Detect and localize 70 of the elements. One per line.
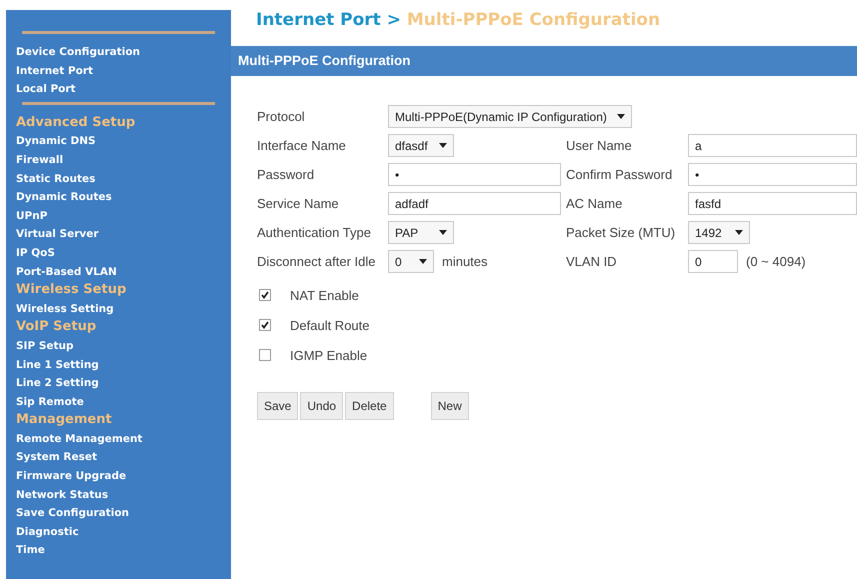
menu-heading: VoIP Setup (16, 318, 98, 336)
checkbox-label: Default Route (290, 318, 370, 332)
menu-item[interactable]: IP QoS (16, 244, 221, 263)
menu-item[interactable]: Sip Remote (16, 392, 221, 412)
checkbox-label: NAT Enable (290, 288, 359, 302)
menu-item[interactable]: System Reset (16, 448, 221, 468)
menu-heading: Advanced Setup (16, 114, 136, 132)
menu-item[interactable]: Virtual Server (16, 225, 221, 244)
menu-item[interactable]: Firewall (16, 150, 221, 170)
dropdown-caret-icon (616, 114, 625, 119)
dropdown[interactable]: dfasdf (388, 134, 454, 157)
field-label: Disconnect after Idle (257, 254, 377, 269)
checkbox[interactable] (259, 289, 271, 301)
breadcrumb-current: Multi-PPPoE Configuration (406, 10, 660, 30)
menu-item[interactable]: Wireless Setting (16, 300, 221, 318)
dropdown[interactable]: PAP (388, 221, 454, 244)
dropdown-caret-icon (439, 230, 447, 235)
menu-heading: Wireless Setup (16, 281, 128, 300)
checkbox[interactable] (259, 349, 271, 361)
menu-item[interactable]: Line 2 Setting (16, 374, 221, 393)
input-field[interactable]: adfadf (388, 192, 561, 215)
form-button[interactable]: Save (257, 392, 298, 420)
input-field[interactable]: • (688, 163, 857, 186)
menu-item[interactable]: Line 1 Setting (16, 356, 221, 374)
panel-title: Multi-PPPoE Configuration (231, 46, 857, 76)
form-button[interactable]: Undo (300, 392, 344, 420)
form-button[interactable]: New (430, 392, 469, 420)
menu-item[interactable]: Firmware Upgrade (16, 467, 221, 486)
breadcrumb-separator: > (386, 10, 401, 30)
dropdown[interactable]: Multi-PPPoE(Dynamic IP Configuration) (388, 105, 632, 128)
menu-item[interactable]: Device Configuration (16, 43, 221, 62)
field-hint: minutes (442, 254, 488, 269)
field-label: VLAN ID (566, 254, 618, 269)
menu-item[interactable]: Port-Based VLAN (16, 262, 221, 282)
input-field[interactable]: 0 (688, 250, 738, 273)
menu-item[interactable]: Local Port (16, 80, 221, 99)
field-label: Confirm Password (566, 167, 674, 182)
dropdown-caret-icon (735, 230, 743, 235)
field-label: Protocol (257, 109, 306, 124)
dropdown[interactable]: 1492 (688, 221, 750, 244)
menu-item[interactable]: Remote Management (16, 430, 221, 448)
field-label: AC Name (566, 196, 624, 211)
field-label: Password (257, 167, 316, 182)
menu-item[interactable]: Diagnostic (16, 522, 221, 542)
field-hint: (0 ~ 4094) (746, 254, 806, 269)
field-label: Authentication Type (257, 225, 372, 240)
input-field[interactable]: fasfd (688, 192, 857, 215)
input-field[interactable]: • (388, 163, 561, 186)
menu-item[interactable]: Dynamic Routes (16, 188, 221, 207)
input-field[interactable]: a (688, 134, 857, 157)
dropdown-caret-icon (439, 143, 447, 148)
checkbox[interactable] (259, 319, 271, 331)
menu-item[interactable]: Network Status (16, 486, 221, 504)
dropdown-caret-icon (419, 259, 427, 264)
field-label: User Name (566, 138, 633, 153)
menu-heading: Management (16, 411, 113, 430)
checkbox-label: IGMP Enable (290, 348, 368, 362)
field-label: Packet Size (MTU) (566, 225, 676, 240)
menu-item[interactable]: Dynamic DNS (16, 132, 221, 151)
breadcrumb-link[interactable]: Internet Port (256, 10, 381, 30)
dropdown[interactable]: 0 (388, 250, 434, 273)
menu-item[interactable]: Save Configuration (16, 504, 221, 523)
menu-item[interactable]: Static Routes (16, 170, 221, 188)
menu-item[interactable]: Internet Port (16, 62, 221, 80)
menu-item[interactable]: UPnP (16, 206, 221, 226)
menu-item[interactable]: Time (16, 541, 221, 560)
field-label: Service Name (257, 196, 340, 211)
field-label: Interface Name (257, 138, 347, 153)
form-button[interactable]: Delete (345, 392, 394, 420)
menu-item[interactable]: SIP Setup (16, 336, 221, 356)
